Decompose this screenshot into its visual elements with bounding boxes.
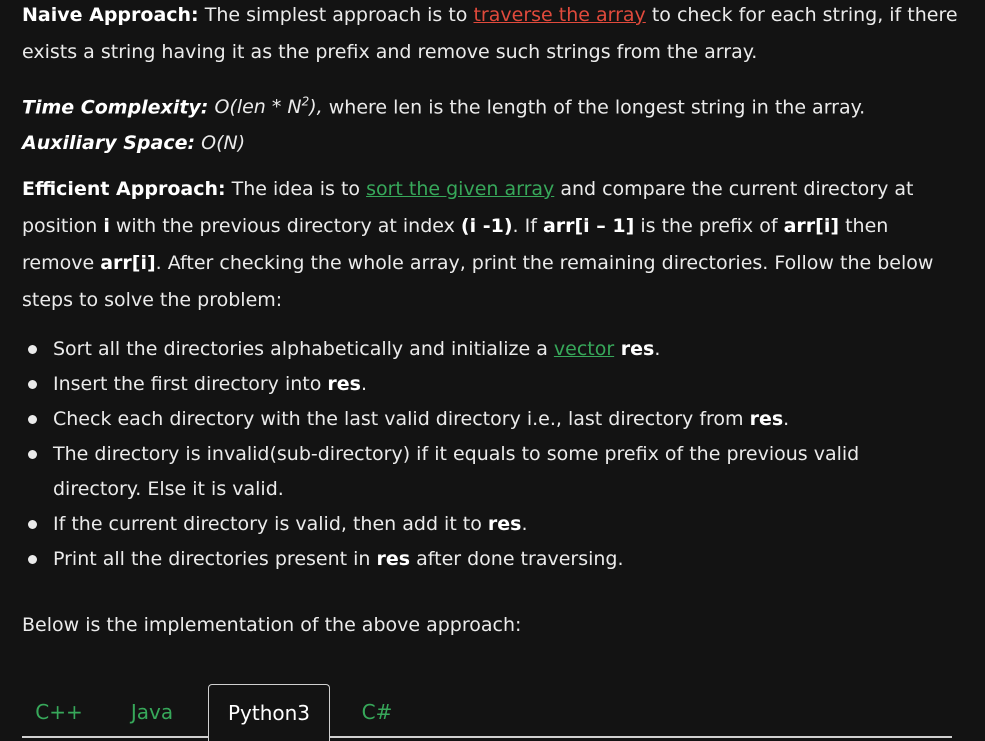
vector-link[interactable]: vector — [554, 338, 614, 360]
step-text: Insert the first directory into — [53, 373, 328, 395]
step-text: Print all the directories present in — [53, 548, 377, 570]
tabs-divider — [22, 736, 952, 738]
list-item: Check each directory with the last valid… — [22, 402, 942, 437]
step-bold: res — [327, 373, 361, 395]
step-text: . — [360, 373, 368, 395]
tab-python3[interactable]: Python3 — [208, 684, 330, 741]
time-complexity-value-close: ), — [309, 96, 323, 119]
efficient-text-3: with the previous directory at index — [109, 215, 461, 237]
time-complexity-label: Time Complexity: — [22, 96, 209, 119]
time-complexity-value: O(len * N2), — [208, 95, 323, 119]
step-text: Check each directory with the last valid… — [53, 408, 750, 430]
tab-cpp[interactable]: C++ — [22, 684, 96, 738]
time-complexity-value-main: O(len * N — [208, 96, 302, 119]
step-text: Sort all the directories alphabetically … — [53, 338, 554, 360]
step-bold: res — [749, 408, 784, 430]
step-text: The directory is invalid(sub-directory) … — [53, 443, 860, 500]
naive-approach-title: Naive Approach: — [22, 4, 199, 26]
step-text: If the current directory is valid, then … — [53, 513, 488, 535]
list-item: If the current directory is valid, then … — [22, 507, 942, 542]
implementation-intro: Below is the implementation of the above… — [22, 614, 522, 636]
list-item: Sort all the directories alphabetically … — [22, 332, 942, 367]
traverse-array-link[interactable]: traverse the array — [473, 4, 645, 26]
step-text: . — [783, 408, 790, 430]
tab-csharp[interactable]: C# — [350, 684, 404, 738]
list-item: The directory is invalid(sub-directory) … — [22, 437, 942, 507]
efficient-text-1: The idea is to — [225, 178, 367, 200]
step-bold: res — [376, 548, 411, 570]
efficient-approach-title: Efficient Approach: — [22, 178, 226, 200]
step-bold: res — [487, 513, 522, 535]
efficient-approach-paragraph: Efficient Approach: The idea is to sort … — [22, 171, 962, 319]
steps-list: Sort all the directories alphabetically … — [22, 332, 942, 577]
step-text: . — [521, 513, 528, 535]
auxiliary-space-value: O(N) — [195, 132, 246, 155]
efficient-text-5: is the prefix of — [634, 215, 784, 237]
tab-java[interactable]: Java — [114, 684, 190, 738]
naive-approach-paragraph: Naive Approach: The simplest approach is… — [22, 0, 962, 71]
efficient-bold-arr-prev: arr[i – 1] — [542, 215, 635, 237]
step-text: . — [654, 338, 661, 360]
efficient-bold-prev-index: (i -1) — [460, 215, 513, 237]
language-tabs: C++ Java Python3 C# — [22, 684, 952, 741]
list-item: Insert the first directory into res. — [22, 367, 942, 402]
step-text: after done traversing. — [410, 548, 624, 570]
efficient-bold-arr-i: arr[i] — [783, 215, 840, 237]
time-complexity-desc: where len is the length of the longest s… — [322, 96, 866, 119]
efficient-text-7: . After checking the whole array, print … — [22, 252, 934, 311]
auxiliary-space-label: Auxiliary Space: — [22, 132, 196, 155]
list-item: Print all the directories present in res… — [22, 542, 942, 577]
efficient-bold-arr-i-remove: arr[i] — [100, 252, 156, 274]
sort-array-link[interactable]: sort the given array — [366, 178, 554, 200]
naive-text-1: The simplest approach is to — [198, 4, 474, 26]
efficient-text-4: . If — [512, 215, 543, 237]
step-bold: res — [614, 338, 655, 360]
complexity-paragraph: Time Complexity: O(len * N2), where len … — [22, 84, 865, 161]
